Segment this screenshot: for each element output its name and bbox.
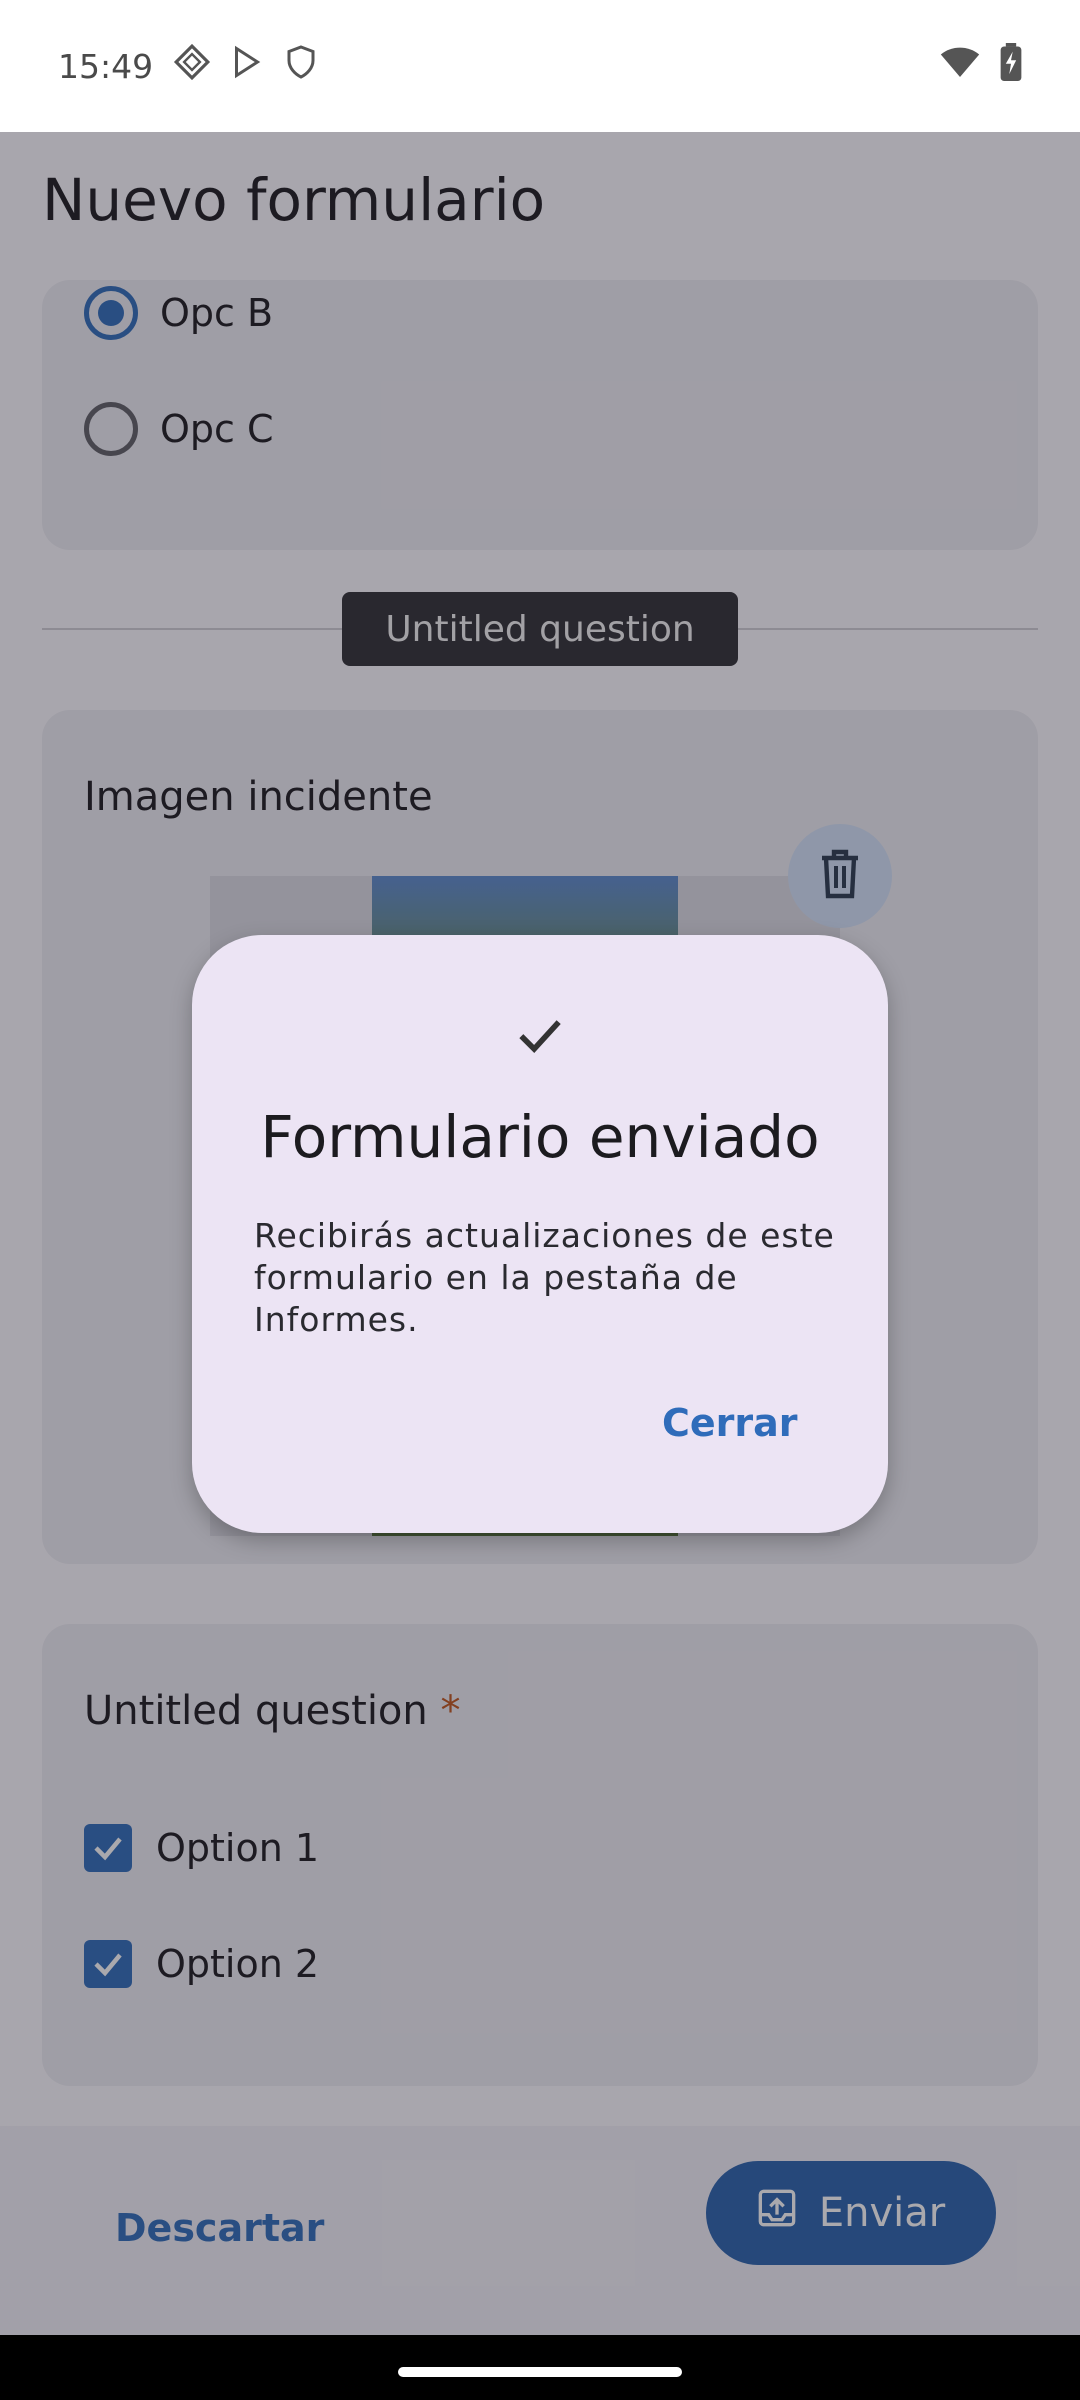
check-icon xyxy=(512,1007,568,1068)
close-button[interactable]: Cerrar xyxy=(662,1401,798,1445)
shield-icon xyxy=(283,44,319,89)
system-nav-bar xyxy=(0,2335,1080,2400)
home-gesture-handle[interactable] xyxy=(398,2367,682,2377)
dialog-body: Recibirás actualizaciones de este formul… xyxy=(254,1216,835,1339)
play-store-icon xyxy=(229,44,265,89)
battery-icon xyxy=(1000,42,1022,90)
wifi-icon xyxy=(940,44,980,89)
status-bar: 15:49 xyxy=(0,0,1080,132)
status-time: 15:49 xyxy=(58,46,154,86)
submitted-dialog: Formulario enviado Recibirás actualizaci… xyxy=(192,935,888,1533)
dialog-title: Formulario enviado xyxy=(260,1103,820,1171)
diamond-icon xyxy=(173,43,211,90)
